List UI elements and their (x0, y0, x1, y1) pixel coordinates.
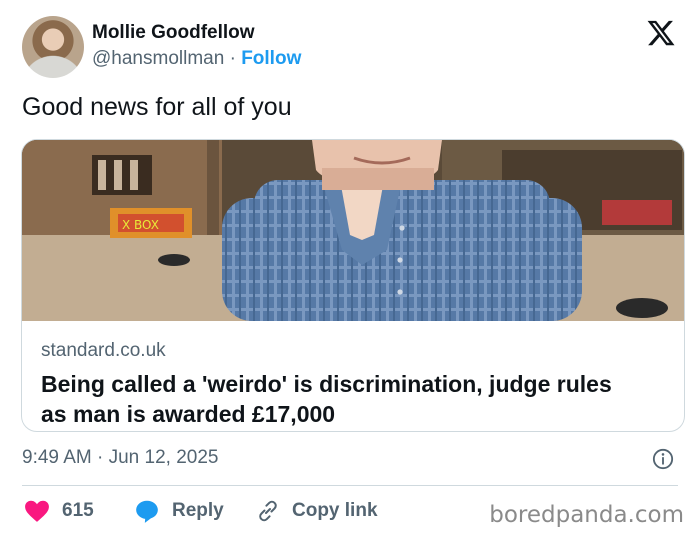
like-count: 615 (62, 500, 94, 521)
follow-button[interactable]: Follow (241, 48, 301, 69)
link-icon (259, 500, 277, 522)
author-handle-row: @hansmollman · Follow (92, 48, 301, 70)
like-button[interactable]: 615 (24, 498, 94, 524)
heart-icon (25, 500, 49, 522)
link-card[interactable]: X BOX standard.co.uk Being called a 'wei… (21, 139, 685, 432)
author-name[interactable]: Mollie Goodfellow (92, 22, 255, 44)
separator-dot: · (229, 48, 236, 69)
card-image: X BOX (22, 140, 684, 321)
copy-link-button[interactable]: Copy link (256, 498, 378, 524)
card-domain: standard.co.uk (41, 340, 166, 361)
copy-link-label: Copy link (292, 500, 378, 521)
info-icon[interactable] (652, 448, 674, 470)
author-handle[interactable]: @hansmollman (92, 48, 224, 69)
card-image-sign: X BOX (122, 218, 159, 232)
divider (22, 485, 678, 486)
reply-bubble-icon (136, 500, 158, 523)
reply-label: Reply (172, 500, 224, 521)
watermark: boredpanda.com (489, 502, 684, 528)
avatar[interactable] (22, 16, 84, 78)
card-title[interactable]: Being called a 'weirdo' is discriminatio… (41, 369, 641, 429)
reply-button[interactable]: Reply (134, 498, 224, 524)
x-logo-icon[interactable] (646, 18, 676, 48)
tweet-timestamp[interactable]: 9:49 AM · Jun 12, 2025 (22, 447, 218, 469)
tweet-text: Good news for all of you (22, 93, 292, 121)
